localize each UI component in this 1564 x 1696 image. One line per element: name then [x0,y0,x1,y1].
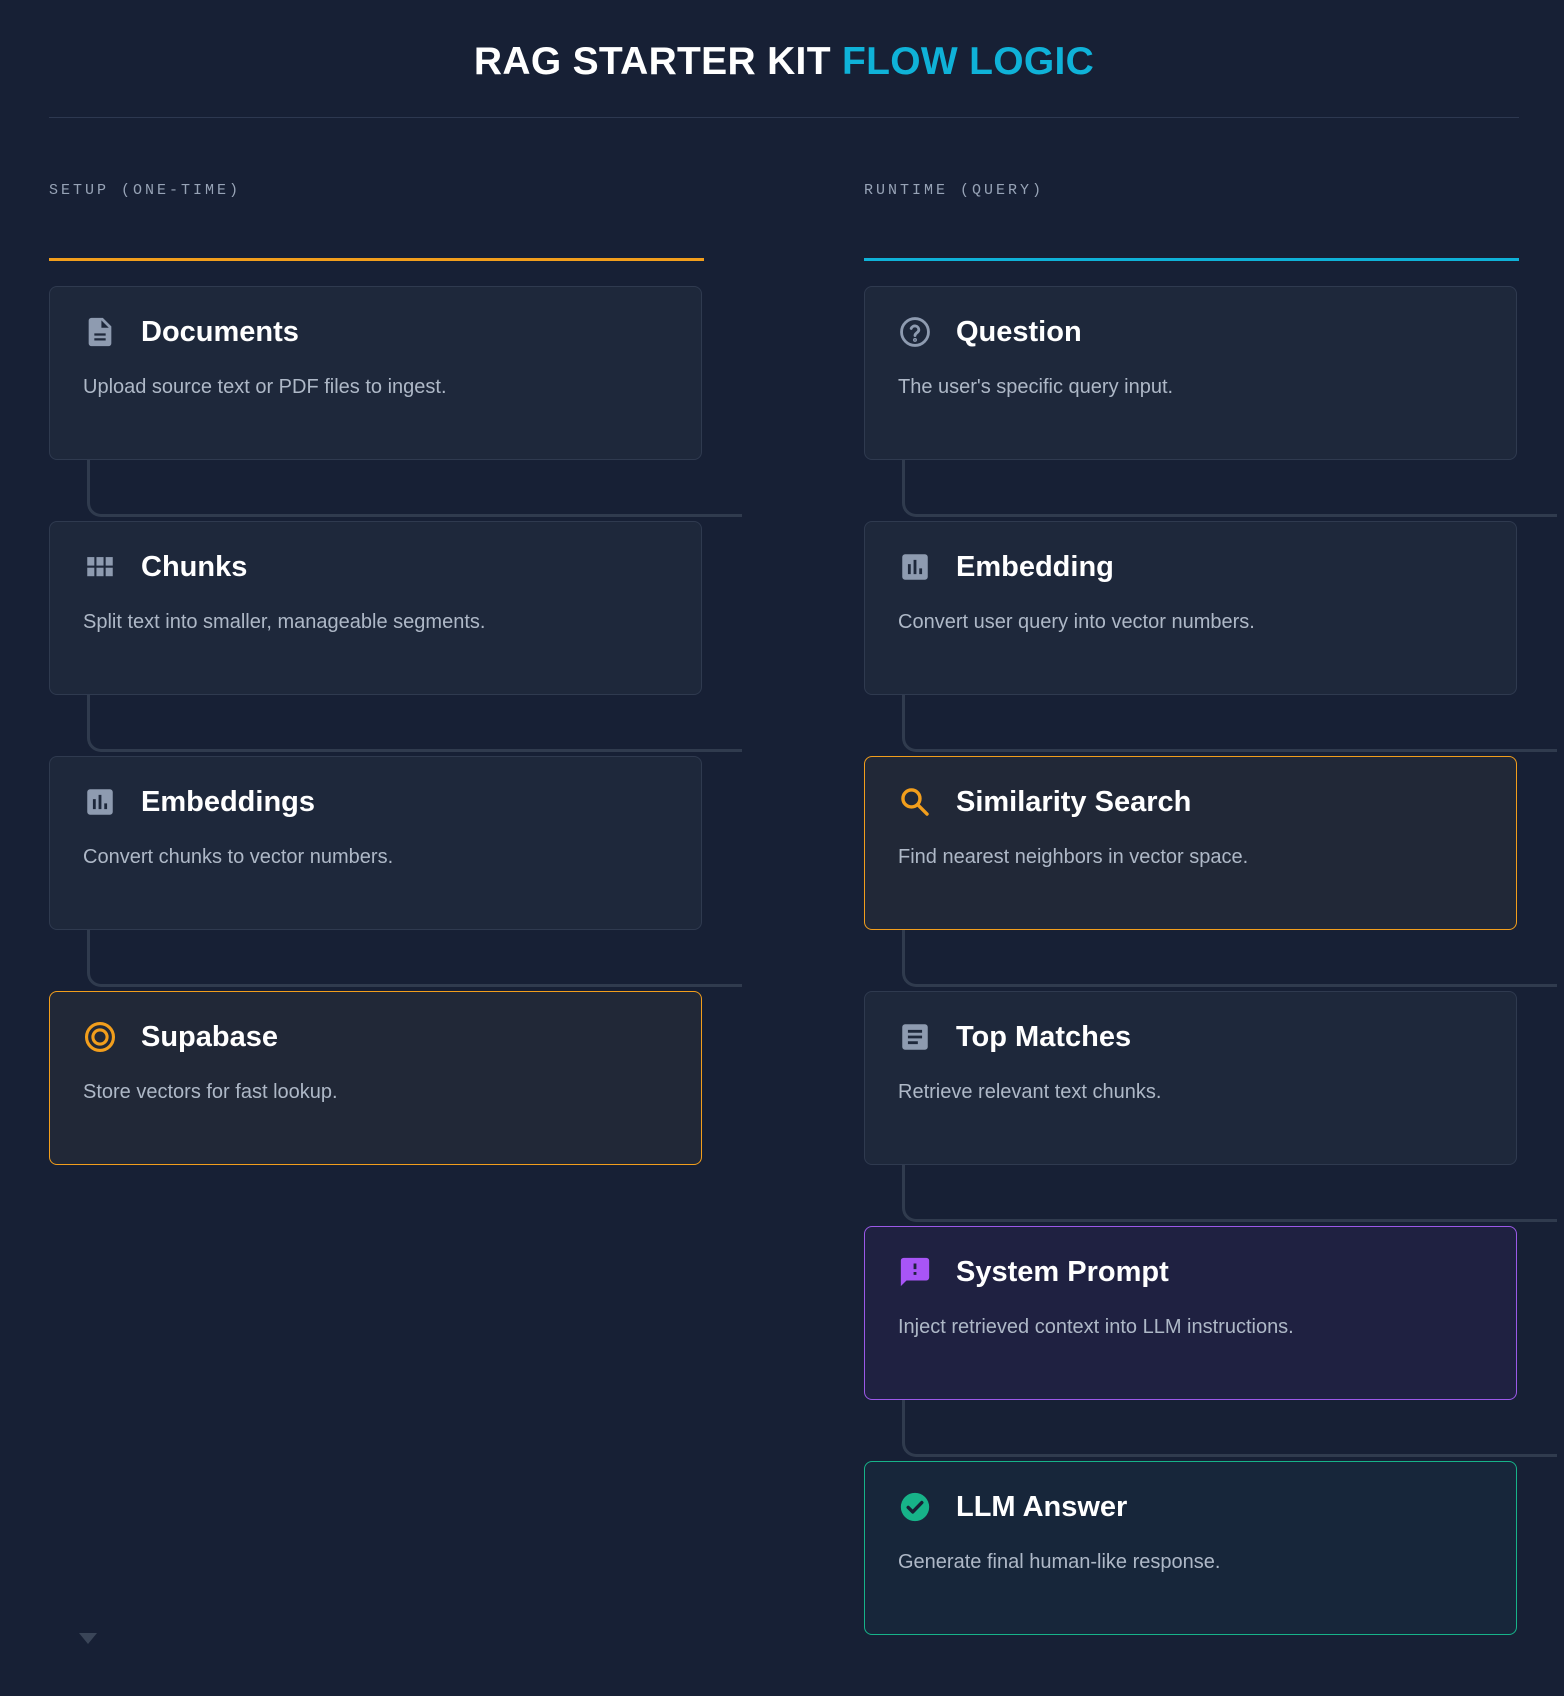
step-description: Retrieve relevant text chunks. [898,1081,1162,1103]
step-title: Embeddings [141,786,316,818]
step-description: Find nearest neighbors in vector space. [898,846,1249,868]
page-title-main: RAG STARTER KIT [473,40,831,83]
step-description: Convert chunks to vector numbers. [83,846,394,868]
setup-step-list: Documents Upload source text or PDF file… [49,286,742,1226]
runtime-heading: RUNTIME (QUERY) [864,182,1045,199]
check-circle-icon [898,1490,932,1524]
step-title: Supabase [141,1021,278,1053]
step-description: Split text into smaller, manageable segm… [83,611,486,633]
runtime-step-similarity-search: Similarity Search Find nearest neighbors… [864,756,1557,991]
setup-step-supabase: Supabase Store vectors for fast lookup. [49,991,704,1226]
step-description: Convert user query into vector numbers. [898,611,1255,633]
document-icon [83,315,117,349]
flow-connector [902,695,1557,752]
help-circle-icon [898,315,932,349]
flow-connector [902,460,1557,517]
step-card[interactable]: Documents Upload source text or PDF file… [49,286,702,460]
step-description: Store vectors for fast lookup. [83,1081,338,1103]
flow-connector [902,930,1557,987]
bar-chart-icon [83,785,117,819]
runtime-column: RUNTIME (QUERY) Question The user's spec… [864,180,1557,1635]
setup-step-chunks: Chunks Split text into smaller, manageab… [49,521,742,756]
step-description: Inject retrieved context into LLM instru… [898,1316,1294,1338]
step-card[interactable]: Embedding Convert user query into vector… [864,521,1517,695]
step-description: The user's specific query input. [898,376,1174,398]
step-title: LLM Answer [956,1491,1128,1523]
setup-heading: SETUP (ONE-TIME) [49,182,242,199]
flow-connector [87,930,742,987]
step-title: Similarity Search [956,786,1192,818]
step-description: Generate final human-like response. [898,1551,1221,1573]
runtime-step-list: Question The user's specific query input… [864,286,1557,1696]
step-card[interactable]: Top Matches Retrieve relevant text chunk… [864,991,1517,1165]
setup-column: SETUP (ONE-TIME) Documents Upload source… [49,180,742,1165]
runtime-rule [864,258,1519,261]
setup-step-documents: Documents Upload source text or PDF file… [49,286,742,521]
flow-connector [87,695,742,752]
bar-chart-icon [898,550,932,584]
step-card-highlighted[interactable]: LLM Answer Generate final human-like res… [864,1461,1517,1635]
step-card[interactable]: Chunks Split text into smaller, manageab… [49,521,702,695]
runtime-step-question: Question The user's specific query input… [864,286,1557,521]
step-card-highlighted[interactable]: System Prompt Inject retrieved context i… [864,1226,1517,1400]
runtime-step-llm-answer: LLM Answer Generate final human-like res… [864,1461,1519,1696]
page-title: RAG STARTER KIT FLOW LOGIC [49,40,1519,84]
step-description: Upload source text or PDF files to inges… [83,376,447,398]
step-title: Top Matches [956,1021,1132,1053]
runtime-step-top-matches: Top Matches Retrieve relevant text chunk… [864,991,1557,1226]
chat-alert-icon [898,1255,932,1289]
runtime-step-embedding: Embedding Convert user query into vector… [864,521,1557,756]
step-card[interactable]: Question The user's specific query input… [864,286,1517,460]
page-title-accent: FLOW LOGIC [841,40,1095,83]
step-title: Documents [141,316,299,348]
step-card-highlighted[interactable]: Supabase Store vectors for fast lookup. [49,991,702,1165]
search-icon [898,785,932,819]
step-title: System Prompt [956,1256,1169,1288]
step-card[interactable]: Embeddings Convert chunks to vector numb… [49,756,702,930]
article-icon [898,1020,932,1054]
flow-connector [902,1165,1557,1222]
step-card-highlighted[interactable]: Similarity Search Find nearest neighbors… [864,756,1517,930]
setup-step-embeddings: Embeddings Convert chunks to vector numb… [49,756,742,991]
target-icon [83,1020,117,1054]
flow-end-arrow-icon [79,1633,97,1644]
step-title: Embedding [956,551,1114,583]
step-title: Question [956,316,1082,348]
flow-connector [87,460,742,517]
grid-icon [83,550,117,584]
runtime-step-system-prompt: System Prompt Inject retrieved context i… [864,1226,1557,1461]
page-header: RAG STARTER KIT FLOW LOGIC [49,0,1519,118]
flow-connector [902,1400,1557,1457]
step-title: Chunks [141,551,248,583]
setup-rule [49,258,704,261]
